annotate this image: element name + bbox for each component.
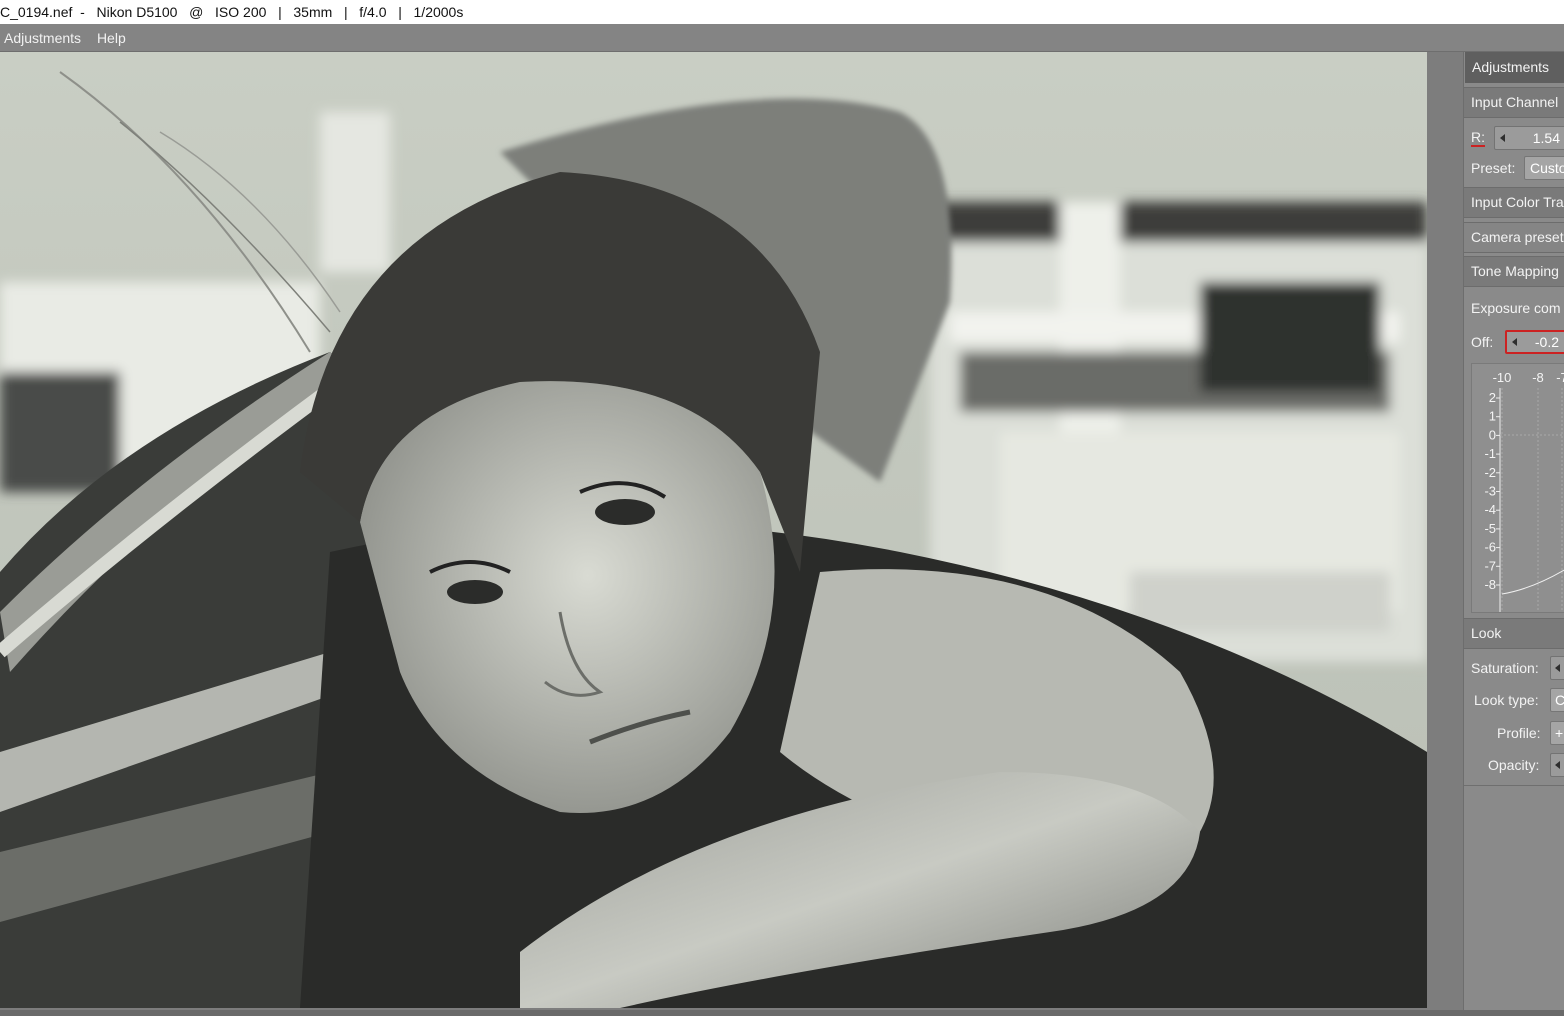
- offset-slider[interactable]: -0.2: [1505, 330, 1564, 354]
- decrease-arrow-icon[interactable]: [1500, 134, 1505, 142]
- curve-y-tick: 2: [1489, 390, 1496, 405]
- decrease-arrow-icon[interactable]: [1512, 338, 1517, 346]
- curve-y-tick: -1: [1484, 446, 1496, 461]
- photo-canvas[interactable]: [0, 52, 1427, 1008]
- title-shutter: 1/2000s: [413, 4, 464, 20]
- title-aperture: f/4.0: [359, 4, 387, 20]
- panel-divider: [1464, 785, 1564, 786]
- curve-y-tick: -2: [1484, 465, 1496, 480]
- input-color-header[interactable]: Input Color Tra: [1464, 187, 1564, 218]
- curve-y-tick: 1: [1489, 409, 1496, 424]
- decrease-arrow-icon[interactable]: [1555, 761, 1560, 769]
- curve-x-tick: -10: [1493, 370, 1512, 385]
- r-channel-label: R:: [1471, 129, 1485, 147]
- preset-select[interactable]: Custo: [1524, 156, 1564, 180]
- title-focal: 35mm: [293, 4, 333, 20]
- tab-adjustments[interactable]: Adjustments: [1465, 52, 1564, 83]
- image-viewer[interactable]: [0, 52, 1464, 1012]
- r-channel-slider[interactable]: 1.54: [1494, 126, 1564, 150]
- camera-preset-row[interactable]: Camera preset: [1464, 222, 1564, 253]
- curve-y-tick: -8: [1484, 577, 1496, 592]
- tone-curve-svg: -10 -8 -7 2 1 0 -1 -2 -3 -4 -5 -6 -7 -8: [1484, 370, 1564, 612]
- preset-label: Preset:: [1471, 160, 1516, 176]
- curve-y-tick: 0: [1489, 427, 1496, 442]
- look-type-label: Look type:: [1474, 692, 1539, 708]
- profile-label: Profile:: [1497, 725, 1541, 741]
- profile-select[interactable]: +: [1550, 721, 1564, 745]
- title-iso: ISO 200: [215, 4, 267, 20]
- decrease-arrow-icon[interactable]: [1555, 664, 1560, 672]
- curve-x-tick: -7: [1556, 370, 1564, 385]
- look-header[interactable]: Look: [1464, 618, 1564, 649]
- tone-curve-line: [1501, 569, 1564, 595]
- opacity-slider[interactable]: [1550, 753, 1564, 777]
- menu-bar: Adjustments Help: [0, 24, 1564, 52]
- curve-x-tick: -8: [1532, 370, 1544, 385]
- curve-y-tick: -6: [1484, 540, 1496, 555]
- offset-value: -0.2: [1534, 334, 1559, 350]
- look-type-select[interactable]: C: [1550, 688, 1564, 712]
- offset-label: Off:: [1471, 334, 1494, 350]
- curve-y-tick: -4: [1484, 502, 1496, 517]
- tone-curve-graph[interactable]: -10 -8 -7 2 1 0 -1 -2 -3 -4 -5 -6 -7 -8: [1471, 363, 1564, 613]
- menu-adjustments[interactable]: Adjustments: [0, 24, 89, 52]
- title-filename: C_0194.nef: [0, 4, 73, 20]
- saturation-slider[interactable]: [1550, 656, 1564, 680]
- status-strip: [0, 1010, 1564, 1016]
- curve-y-tick: -7: [1484, 558, 1496, 573]
- r-channel-value: 1.54: [1532, 130, 1560, 146]
- input-channel-header[interactable]: Input Channel: [1464, 87, 1564, 118]
- tone-mapping-header[interactable]: Tone Mapping: [1464, 256, 1564, 287]
- portrait-photo: [0, 52, 1427, 1008]
- exposure-label: Exposure com: [1471, 300, 1561, 316]
- curve-y-tick: -5: [1484, 521, 1496, 536]
- adjustments-panel: Adjustments Input Channel R: 1.54 Preset…: [1463, 52, 1564, 1010]
- opacity-label: Opacity:: [1488, 757, 1540, 773]
- saturation-label: Saturation:: [1471, 660, 1539, 676]
- title-bar: C_0194.nef - Nikon D5100 @ ISO 200 | 35m…: [0, 0, 1564, 24]
- menu-help[interactable]: Help: [93, 24, 134, 52]
- curve-y-tick: -3: [1484, 484, 1496, 499]
- title-camera: Nikon D5100: [96, 4, 178, 20]
